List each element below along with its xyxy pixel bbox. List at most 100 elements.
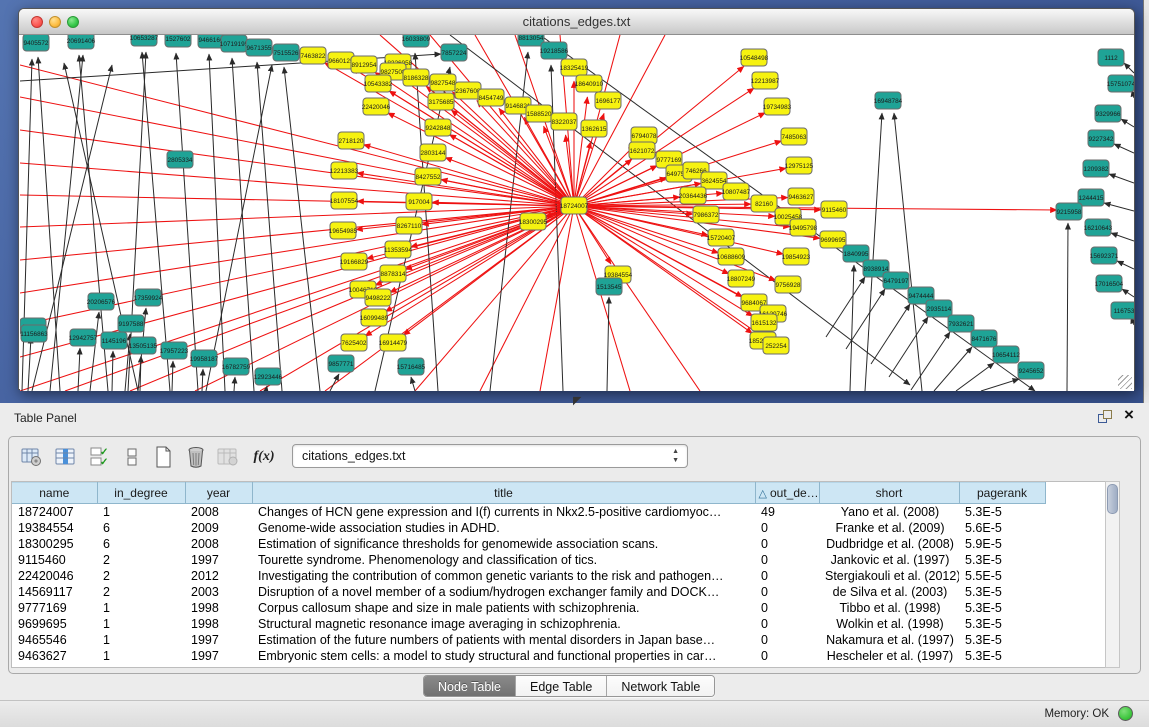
network-node[interactable]: 11353594 xyxy=(384,241,412,258)
network-node[interactable]: 19734983 xyxy=(763,98,792,115)
cell-year[interactable]: 1998 xyxy=(185,600,252,616)
cell-pagerank[interactable]: 5.3E-5 xyxy=(959,648,1045,664)
network-node[interactable]: 9242848 xyxy=(425,119,451,136)
cell-out-de-[interactable]: 0 xyxy=(755,616,819,632)
cell-name[interactable]: 9777169 xyxy=(12,600,97,616)
network-node[interactable]: 16210643 xyxy=(1084,219,1113,236)
network-node[interactable]: 1527602 xyxy=(165,35,191,47)
network-node[interactable]: 7986372 xyxy=(693,206,719,223)
tab-node-table[interactable]: Node Table xyxy=(424,676,516,697)
network-node[interactable]: 9197588 xyxy=(118,315,144,332)
cell-year[interactable]: 1997 xyxy=(185,632,252,648)
new-table-icon[interactable] xyxy=(151,444,177,470)
cell-out-de-[interactable]: 49 xyxy=(755,504,819,520)
cell-in-degree[interactable]: 1 xyxy=(97,616,185,632)
table-row[interactable]: 2242004622012Investigating the contribut… xyxy=(12,568,1104,584)
network-node[interactable]: 9756928 xyxy=(775,276,801,293)
node-table-grid[interactable]: namein_degreeyeartitle△out_de…shortpager… xyxy=(12,482,1104,664)
cell-name[interactable]: 18724007 xyxy=(12,504,97,520)
network-node[interactable]: 1615132 xyxy=(751,314,777,331)
canvas-resize-grip[interactable] xyxy=(1118,375,1132,389)
network-node[interactable]: 19854923 xyxy=(782,248,811,265)
network-node[interactable]: 9660125 xyxy=(328,52,354,69)
cell-short[interactable]: Dudbridge et al. (2008) xyxy=(819,536,959,552)
network-node[interactable]: 8427552 xyxy=(415,168,441,185)
cell-year[interactable]: 2003 xyxy=(185,584,252,600)
network-node[interactable]: 2718120 xyxy=(338,132,364,149)
network-node[interactable]: 20691406 xyxy=(67,35,96,49)
network-node[interactable]: 7857224 xyxy=(441,44,467,61)
column-header-name[interactable]: name xyxy=(12,483,97,504)
cell-title[interactable]: Changes of HCN gene expression and I(f) … xyxy=(252,504,755,520)
cell-out-de-[interactable]: 0 xyxy=(755,552,819,568)
network-node[interactable]: 1145196 xyxy=(101,332,127,349)
table-header-row[interactable]: namein_degreeyeartitle△out_de…shortpager… xyxy=(12,483,1104,504)
network-node[interactable]: 1112 xyxy=(1098,49,1124,66)
network-node[interactable]: 1840995 xyxy=(843,245,869,262)
network-node[interactable]: 7463822 xyxy=(300,47,326,64)
column-header-year[interactable]: year xyxy=(185,483,252,504)
cell-pagerank[interactable]: 5.3E-5 xyxy=(959,616,1045,632)
cell-title[interactable]: Estimation of significance thresholds fo… xyxy=(252,536,755,552)
network-node[interactable]: 1244415 xyxy=(1078,189,1104,206)
tab-network-table[interactable]: Network Table xyxy=(607,676,714,697)
cell-out-de-[interactable]: 0 xyxy=(755,520,819,536)
network-node[interactable]: 19495798 xyxy=(789,219,818,236)
network-node[interactable]: 19218586 xyxy=(540,42,569,59)
network-node[interactable]: 18724007 xyxy=(560,197,589,214)
cell-in-degree[interactable]: 1 xyxy=(97,648,185,664)
network-node[interactable]: 13505135 xyxy=(129,337,158,354)
cell-in-degree[interactable]: 2 xyxy=(97,584,185,600)
network-node[interactable]: 18640910 xyxy=(575,75,604,92)
import-table-icon[interactable] xyxy=(215,444,241,470)
cell-year[interactable]: 1998 xyxy=(185,616,252,632)
cell-title[interactable]: Genome-wide association studies in ADHD. xyxy=(252,520,755,536)
cell-title[interactable]: Tourette syndrome. Phenomenology and cla… xyxy=(252,552,755,568)
table-row[interactable]: 1872400712008Changes of HCN gene express… xyxy=(12,504,1104,520)
delete-table-icon[interactable] xyxy=(183,444,209,470)
cell-pagerank[interactable]: 5.9E-5 xyxy=(959,536,1045,552)
cell-out-de-[interactable]: 0 xyxy=(755,632,819,648)
cell-name[interactable]: 18300295 xyxy=(12,536,97,552)
table-row[interactable]: 1456911722003Disruption of a novel membe… xyxy=(12,584,1104,600)
cell-in-degree[interactable]: 6 xyxy=(97,520,185,536)
tab-edge-table[interactable]: Edge Table xyxy=(516,676,607,697)
node-table[interactable]: namein_degreeyeartitle△out_de…shortpager… xyxy=(11,481,1105,668)
cell-in-degree[interactable]: 1 xyxy=(97,632,185,648)
table-row[interactable]: 911546021997Tourette syndrome. Phenomeno… xyxy=(12,552,1104,568)
cell-in-degree[interactable]: 6 xyxy=(97,536,185,552)
cell-year[interactable]: 2012 xyxy=(185,568,252,584)
cell-pagerank[interactable]: 5.3E-5 xyxy=(959,504,1045,520)
network-node[interactable]: 917004 xyxy=(406,193,432,210)
cell-name[interactable]: 9465546 xyxy=(12,632,97,648)
cell-title[interactable]: Embryonic stem cells: a model to study s… xyxy=(252,648,755,664)
network-node[interactable]: 8912954 xyxy=(351,56,377,73)
cell-in-degree[interactable]: 1 xyxy=(97,504,185,520)
network-node[interactable]: 17359924 xyxy=(134,289,163,306)
cell-title[interactable]: Estimation of the future numbers of pati… xyxy=(252,632,755,648)
network-node[interactable]: 7515526 xyxy=(273,44,299,61)
network-node[interactable]: 18807249 xyxy=(727,270,756,287)
table-row[interactable]: 1938455462009Genome-wide association stu… xyxy=(12,520,1104,536)
network-node[interactable]: 9857771 xyxy=(328,355,354,372)
network-node[interactable]: 15692371 xyxy=(1090,247,1119,264)
network-node[interactable]: 8267110 xyxy=(396,217,422,234)
cell-name[interactable]: 14569117 xyxy=(12,584,97,600)
network-node[interactable]: 8471676 xyxy=(971,330,997,347)
network-node[interactable]: 15751074 xyxy=(1107,75,1134,92)
network-node[interactable]: 12942757 xyxy=(69,329,98,346)
network-node[interactable]: 12975125 xyxy=(785,157,814,174)
network-node[interactable]: 6479197 xyxy=(883,272,909,289)
network-node[interactable]: 2367608 xyxy=(455,82,481,99)
column-mode-icon[interactable] xyxy=(53,444,79,470)
cell-out-de-[interactable]: 0 xyxy=(755,568,819,584)
cell-out-de-[interactable]: 0 xyxy=(755,648,819,664)
network-node[interactable]: 16948784 xyxy=(874,92,903,109)
cell-pagerank[interactable]: 5.5E-5 xyxy=(959,568,1045,584)
network-node[interactable]: 12213383 xyxy=(330,162,359,179)
network-node[interactable]: 2935114 xyxy=(926,300,952,317)
table-row[interactable]: 946554611997Estimation of the future num… xyxy=(12,632,1104,648)
cell-name[interactable]: 9699695 xyxy=(12,616,97,632)
network-node[interactable]: 17016504 xyxy=(1095,275,1124,292)
cell-title[interactable]: Structural magnetic resonance image aver… xyxy=(252,616,755,632)
